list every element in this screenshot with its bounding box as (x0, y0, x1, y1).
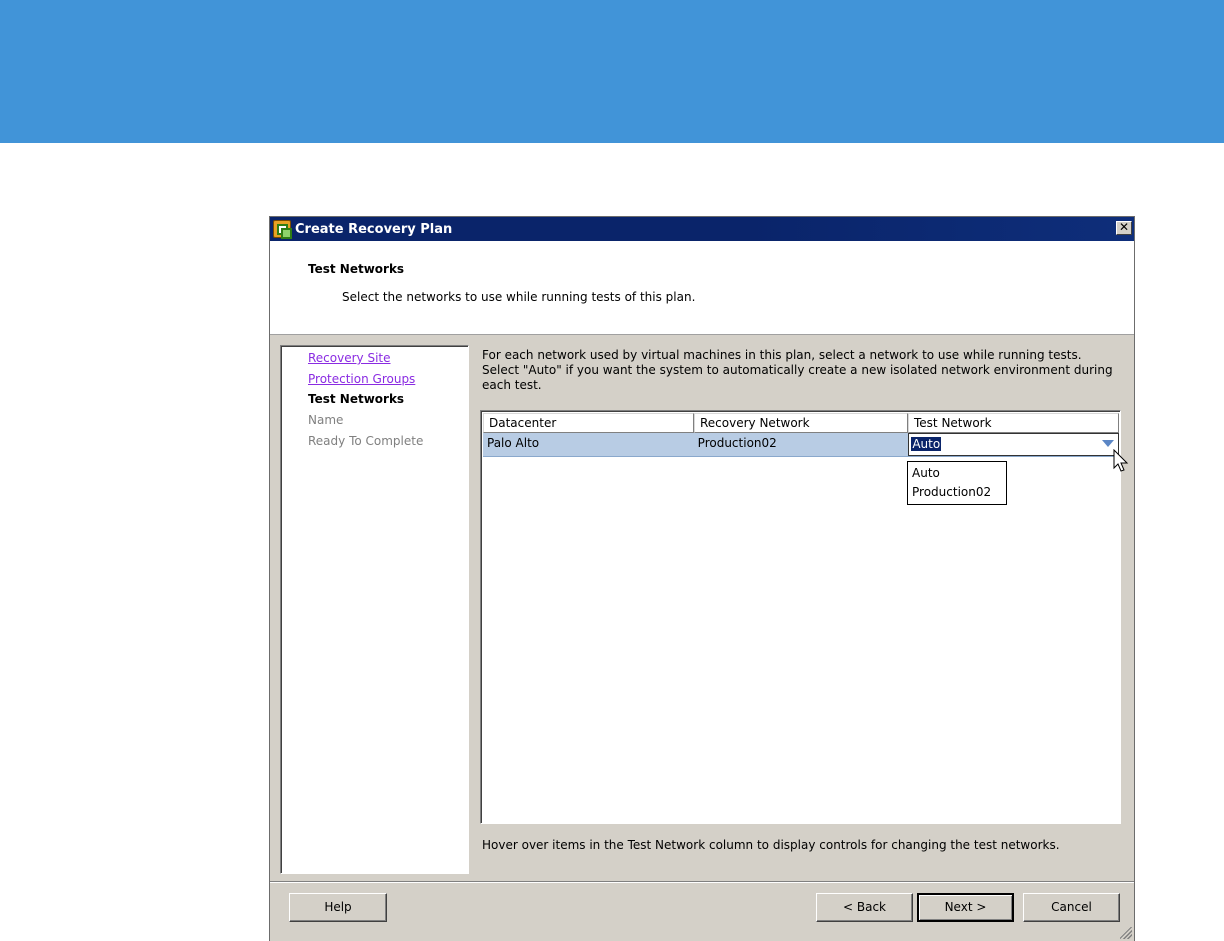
network-table: Datacenter Recovery Network Test Network… (480, 410, 1121, 824)
instructions-text: For each network used by virtual machine… (482, 348, 1113, 392)
hint-text: Hover over items in the Test Network col… (482, 838, 1060, 852)
cell-recovery-network: Production02 (697, 436, 777, 450)
back-button[interactable]: < Back (816, 893, 913, 922)
step-title: Test Networks (308, 262, 405, 276)
close-button[interactable]: ✕ (1116, 221, 1132, 235)
wizard-steps-pane: Recovery Site Protection Groups Test Net… (280, 345, 469, 874)
cell-datacenter: Palo Alto (487, 436, 540, 450)
column-header-recovery-network[interactable]: Recovery Network (694, 413, 908, 433)
dropdown-arrow-icon[interactable] (1102, 440, 1114, 447)
cancel-button[interactable]: Cancel (1023, 893, 1120, 922)
combobox-selected-value: Auto (911, 437, 942, 451)
column-header-datacenter[interactable]: Datacenter (483, 413, 694, 433)
resize-grip-icon[interactable] (1120, 927, 1132, 939)
table-row[interactable]: Palo Alto Production02 Auto (483, 433, 1119, 457)
next-button[interactable]: Next > (917, 893, 1014, 922)
help-button[interactable]: Help (289, 893, 387, 922)
nav-step-name: Name (308, 413, 344, 427)
dropdown-option-production02[interactable]: Production02 (912, 483, 1006, 502)
dialog-title: Create Recovery Plan (295, 221, 453, 237)
title-bar[interactable]: Create Recovery Plan ✕ (270, 217, 1134, 241)
test-network-dropdown-list: Auto Production02 (907, 461, 1007, 505)
footer-divider (270, 881, 1134, 883)
top-banner (0, 0, 1224, 143)
mouse-pointer-icon (1113, 449, 1129, 472)
nav-step-protection-groups[interactable]: Protection Groups (308, 372, 415, 386)
nav-step-test-networks: Test Networks (308, 392, 405, 406)
create-recovery-plan-dialog: Create Recovery Plan ✕ Test Networks Sel… (269, 216, 1135, 941)
nav-step-recovery-site[interactable]: Recovery Site (308, 351, 391, 365)
nav-step-ready-to-complete: Ready To Complete (308, 434, 424, 448)
table-header: Datacenter Recovery Network Test Network (483, 413, 1119, 433)
column-header-test-network[interactable]: Test Network (908, 413, 1119, 433)
app-icon (273, 220, 292, 239)
dropdown-option-auto[interactable]: Auto (912, 464, 1006, 483)
step-description: Select the networks to use while running… (342, 290, 696, 304)
test-network-combobox[interactable]: Auto (908, 433, 1119, 456)
wizard-header: Test Networks Select the networks to use… (270, 241, 1134, 335)
